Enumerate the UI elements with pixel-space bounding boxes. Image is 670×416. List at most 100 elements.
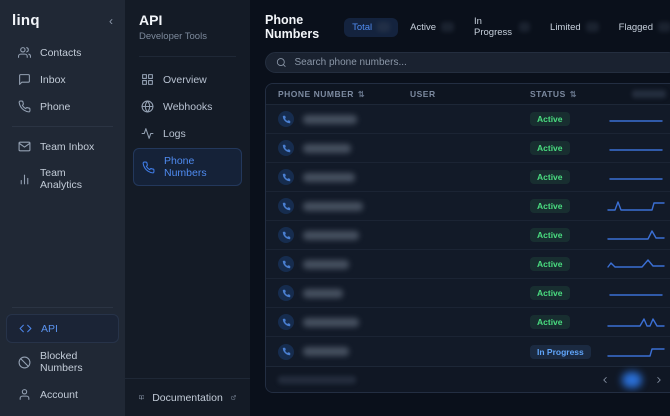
blocked-numbers-icon — [18, 356, 31, 369]
usage-sparkline — [606, 256, 666, 272]
developer-sidebar: API Developer Tools Overview Webhooks Logs… — [125, 0, 250, 416]
row-phone-icon — [278, 111, 294, 128]
linq-logo: linq — [12, 12, 40, 29]
nav-item-contacts[interactable]: Contacts — [6, 39, 119, 66]
nav-item-phone-numbers[interactable]: Phone Numbers — [133, 148, 242, 186]
search-bar[interactable] — [265, 52, 670, 73]
account-icon — [18, 388, 31, 401]
tab-count-redacted — [377, 22, 391, 32]
phone-number-redacted — [303, 172, 355, 182]
table-row[interactable]: Active — [266, 192, 670, 222]
nav-item-label: Team Inbox — [40, 140, 95, 153]
api-icon — [19, 322, 32, 335]
phone-number-redacted — [303, 259, 349, 269]
team-analytics-icon — [18, 173, 31, 186]
phone-number-redacted — [303, 143, 351, 153]
tab-total[interactable]: Total — [344, 17, 399, 37]
dev-sidebar-subtitle: Developer Tools — [139, 31, 207, 42]
column-header-user[interactable]: USER — [410, 89, 530, 99]
nav-item-label: Account — [40, 388, 78, 401]
usage-sparkline — [606, 285, 666, 301]
dev-sidebar-title: API — [139, 12, 163, 28]
documentation-link[interactable]: Documentation — [125, 378, 250, 416]
results-summary-redacted — [278, 375, 356, 384]
phone-number-redacted — [303, 347, 349, 357]
status-badge: In Progress — [530, 344, 591, 359]
row-phone-icon — [278, 169, 294, 186]
nav-item-label: Blocked Numbers — [40, 350, 83, 374]
dev-sidebar-divider — [139, 56, 236, 57]
team-nav: Team Inbox Team Analytics — [0, 133, 125, 198]
phone-numbers-icon — [142, 161, 155, 174]
table-row[interactable]: In Progress — [266, 337, 670, 366]
usage-sparkline — [606, 169, 666, 185]
webhooks-icon — [141, 100, 154, 113]
row-phone-icon — [278, 285, 294, 302]
search-icon — [276, 57, 286, 68]
table-row[interactable]: Active — [266, 279, 670, 309]
sort-icon[interactable]: ⇅ — [358, 90, 365, 99]
tab-active[interactable]: Active — [402, 18, 462, 37]
nav-item-webhooks[interactable]: Webhooks — [133, 94, 242, 119]
nav-item-phone[interactable]: Phone — [6, 93, 119, 120]
nav-item-logs[interactable]: Logs — [133, 121, 242, 146]
nav-item-blocked-numbers[interactable]: Blocked Numbers — [6, 343, 119, 381]
page-title: Phone Numbers — [265, 13, 320, 41]
column-header-phone-number[interactable]: PHONE NUMBER ⇅ — [278, 89, 410, 99]
table-header-row: PHONE NUMBER ⇅ USER STATUS ⇅ — [266, 84, 670, 106]
table-row[interactable]: Active — [266, 308, 670, 338]
nav-item-inbox[interactable]: Inbox — [6, 66, 119, 93]
next-page-button[interactable] — [652, 373, 666, 387]
table-row[interactable]: Active — [266, 163, 670, 193]
tab-label: Limited — [550, 21, 581, 33]
usage-sparkline — [606, 198, 666, 214]
team-inbox-icon — [18, 140, 31, 153]
row-phone-icon — [278, 314, 294, 331]
tab-in-progress[interactable]: In Progress — [466, 12, 538, 42]
sort-icon[interactable]: ⇅ — [570, 90, 577, 99]
main-header: Phone Numbers Total Active In Progress Limi… — [265, 12, 670, 42]
nav-item-label: Overview — [163, 73, 207, 86]
nav-item-overview[interactable]: Overview — [133, 67, 242, 92]
column-header-status[interactable]: STATUS ⇅ — [530, 89, 606, 99]
app-window: linq ‹ Contacts Inbox Phone Team Inbox Team… — [0, 0, 670, 416]
nav-item-api[interactable]: API — [6, 314, 119, 343]
usage-sparkline — [606, 344, 666, 360]
search-input[interactable] — [294, 57, 668, 68]
table-body: Active Active Active Active Active Activ… — [266, 105, 670, 366]
tab-limited[interactable]: Limited — [542, 18, 607, 37]
overview-icon — [141, 73, 154, 86]
tab-count-redacted — [658, 22, 670, 32]
status-badge: Active — [530, 141, 570, 156]
logo-row: linq ‹ — [0, 10, 125, 39]
table-row[interactable]: Active — [266, 134, 670, 164]
logs-icon — [141, 127, 154, 140]
usage-sparkline — [606, 314, 666, 330]
documentation-icon — [139, 391, 144, 404]
usage-sparkline — [606, 227, 666, 243]
nav-item-team-inbox[interactable]: Team Inbox — [6, 133, 119, 160]
main-content: Phone Numbers Total Active In Progress Limi… — [250, 0, 670, 416]
tab-flagged[interactable]: Flagged — [611, 18, 670, 37]
table-row[interactable]: Active — [266, 105, 670, 135]
previous-page-button[interactable] — [598, 373, 612, 387]
nav-item-account[interactable]: Account — [6, 381, 119, 408]
nav-item-team-analytics[interactable]: Team Analytics — [6, 160, 119, 198]
nav-item-label: Logs — [163, 127, 186, 140]
current-page-indicator-redacted[interactable] — [622, 371, 642, 388]
usage-sparkline — [606, 111, 666, 127]
tab-label: Total — [352, 21, 373, 33]
status-filter-tabs: Total Active In Progress Limited Flagged — [344, 12, 670, 42]
nav-item-label: Contacts — [40, 46, 82, 59]
table-footer — [266, 366, 670, 392]
pagination — [598, 371, 666, 388]
status-badge: Active — [530, 228, 570, 243]
developer-sidebar-header: API Developer Tools — [125, 12, 250, 48]
sidebar-collapse-button[interactable]: ‹ — [109, 14, 113, 28]
row-phone-icon — [278, 140, 294, 157]
sidebar-divider — [12, 126, 113, 127]
table-row[interactable]: Active — [266, 250, 670, 280]
table-row[interactable]: Active — [266, 221, 670, 251]
bottom-nav: API Blocked Numbers Account — [0, 314, 125, 408]
phone-number-redacted — [303, 288, 343, 298]
